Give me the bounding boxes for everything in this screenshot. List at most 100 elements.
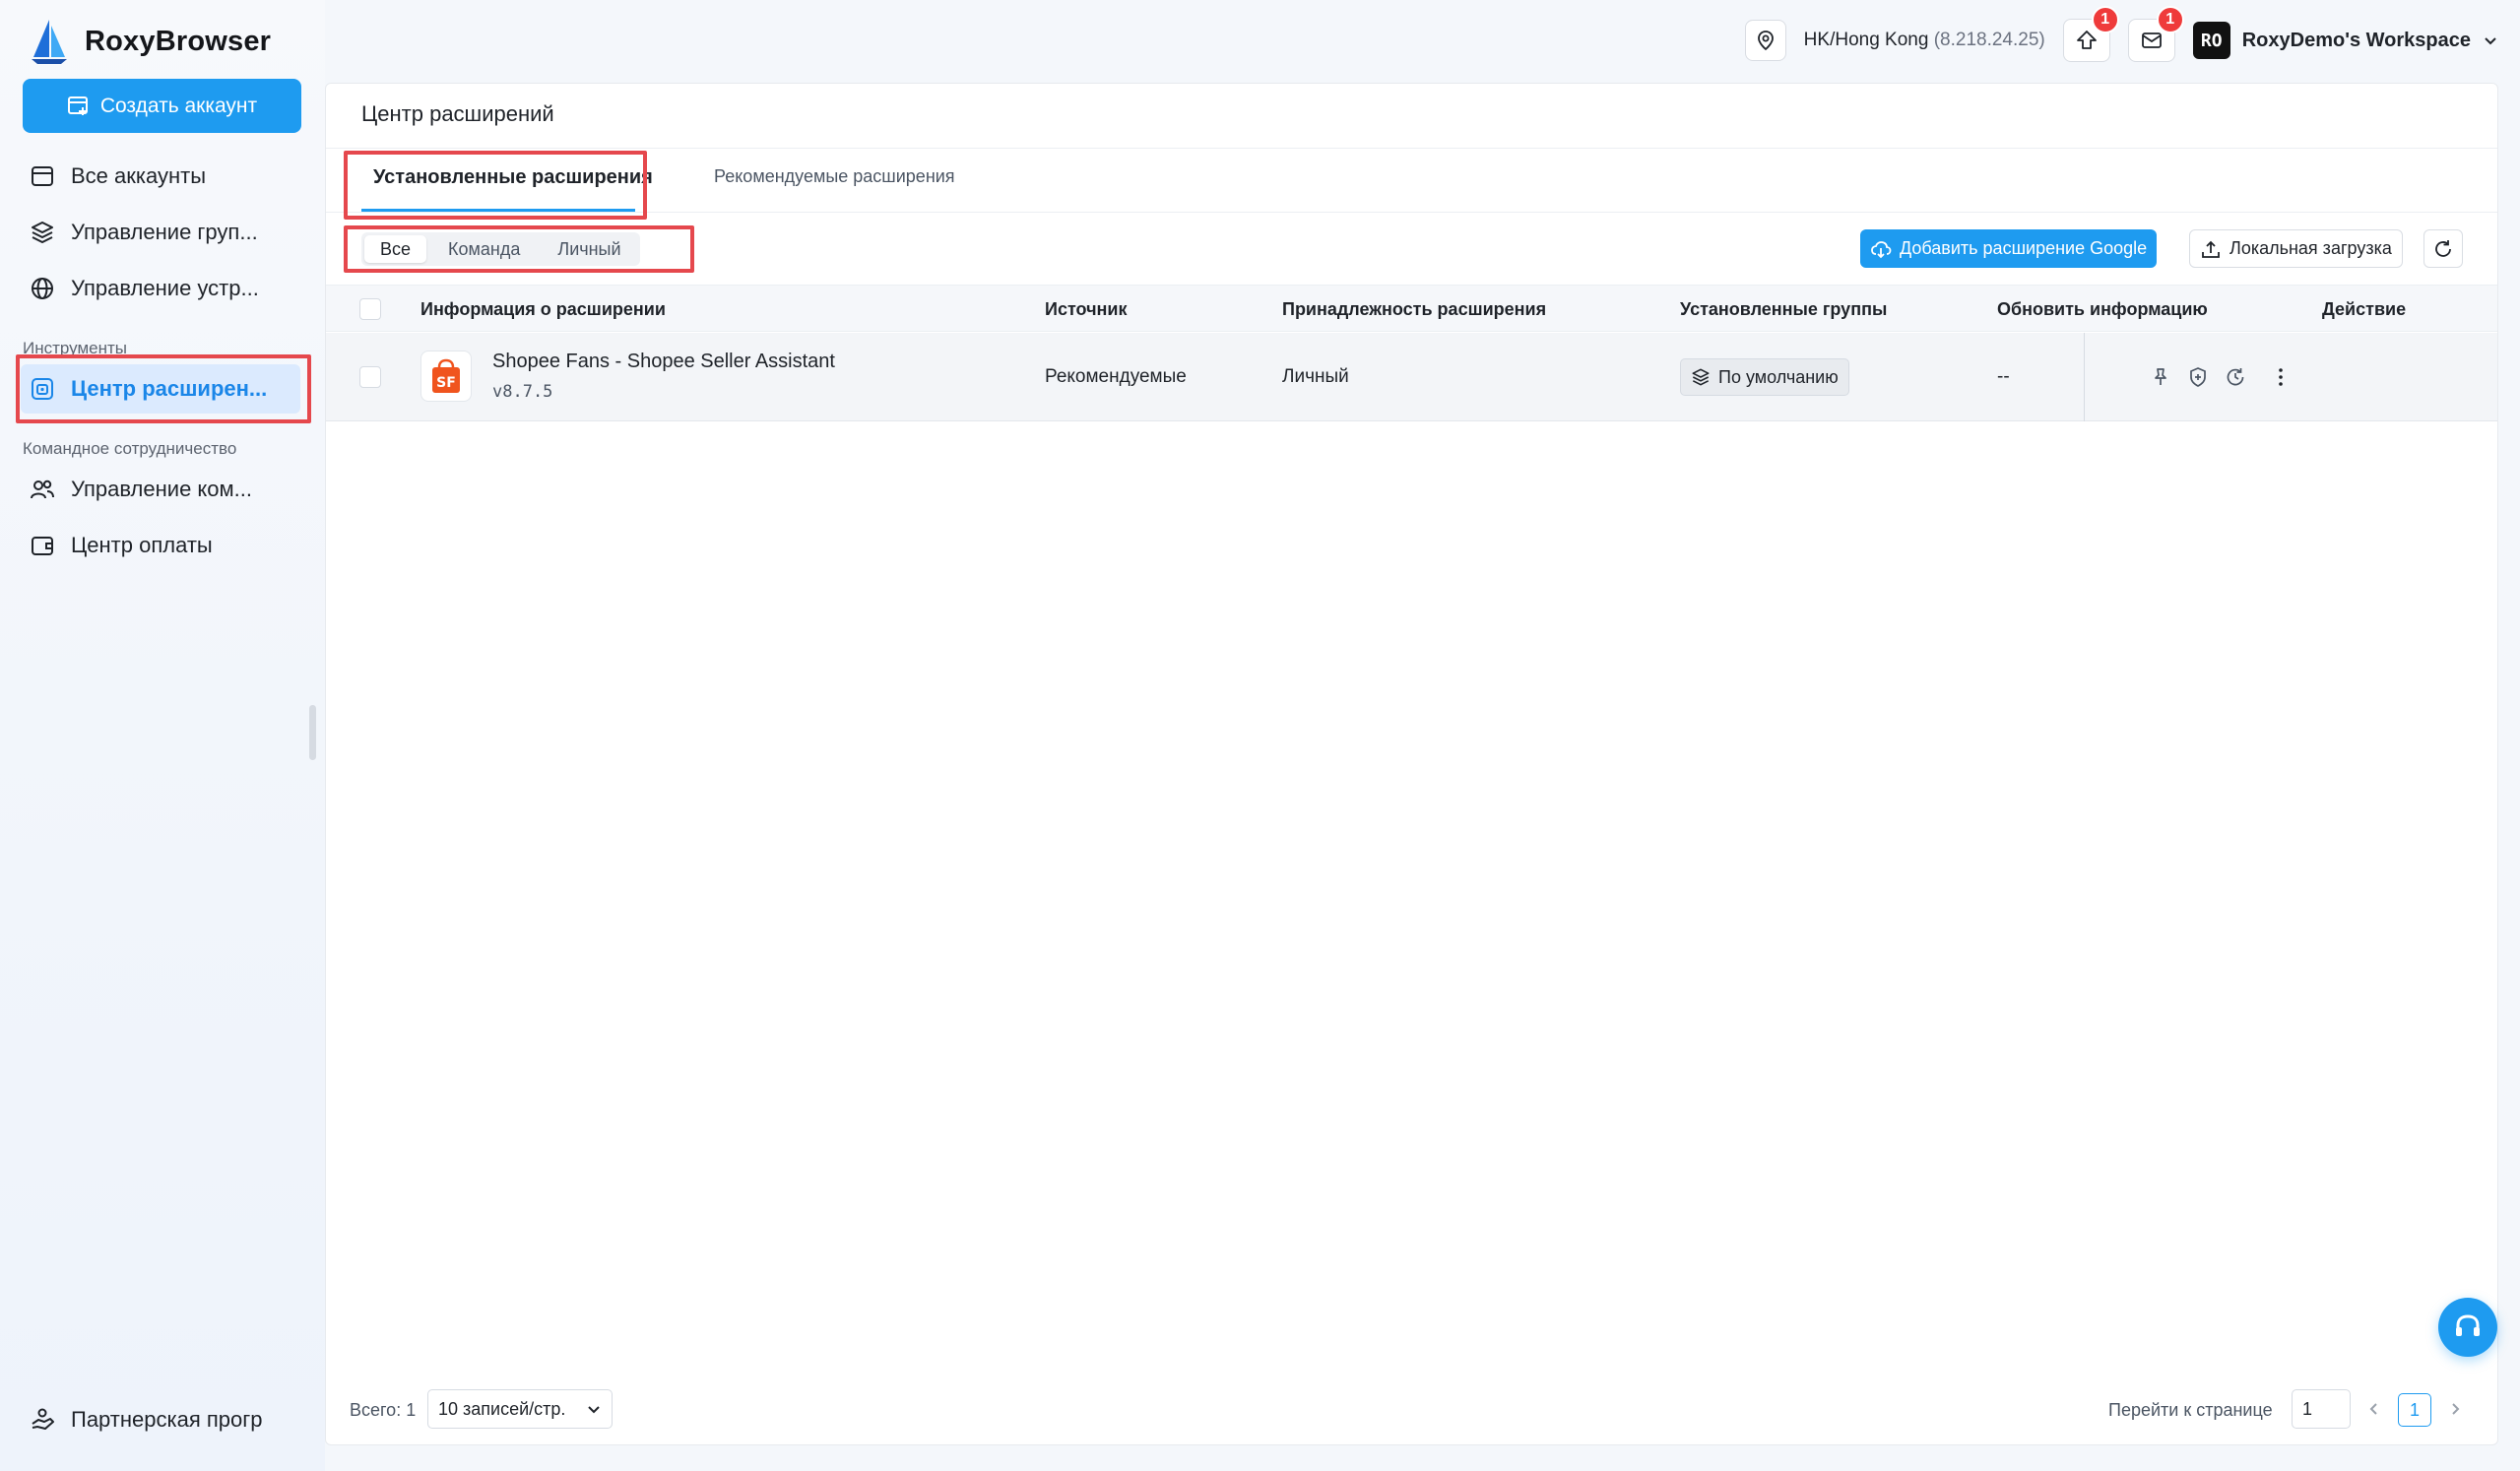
prev-page-button[interactable] (2360, 1395, 2388, 1423)
sidebar-item-label: Управление устр... (71, 276, 259, 300)
more-vertical-icon (2279, 368, 2283, 386)
workspace-switcher[interactable]: RO RoxyDemo's Workspace (2192, 22, 2498, 59)
tab-recommended-extensions[interactable]: Рекомендуемые расширения (714, 166, 955, 187)
chevron-down-icon (588, 1406, 600, 1414)
upload-icon (2202, 240, 2220, 258)
update-history-button[interactable] (2225, 366, 2246, 393)
create-account-button[interactable]: Создать аккаунт (23, 79, 301, 133)
avatar: RO (2192, 22, 2230, 59)
app-name: RoxyBrowser (85, 25, 272, 57)
support-button[interactable] (2438, 1298, 2497, 1357)
local-upload-button[interactable]: Локальная загрузка (2189, 229, 2403, 268)
update-button[interactable]: 1 (2062, 6, 2119, 62)
permissions-button[interactable] (2187, 366, 2209, 393)
sidebar-item-group-management[interactable]: Управление груп... (30, 208, 305, 257)
location-name: HK/Hong Kong (1803, 30, 1929, 50)
table-row[interactable]: SF Shopee Fans - Shopee Seller Assistant… (326, 333, 2497, 421)
sidebar-item-label: Управление груп... (71, 220, 258, 244)
add-window-icon (67, 96, 88, 115)
group-tag-label: По умолчанию (1718, 366, 1839, 387)
page-size-value: 10 записей/стр. (438, 1398, 566, 1419)
column-installed-groups: Установленные группы (1680, 299, 1888, 319)
extension-source: Рекомендуемые (1045, 366, 1187, 387)
update-badge: 1 (2091, 6, 2119, 33)
browser-window-icon (32, 166, 53, 186)
sidebar-item-label: Центр расширен... (71, 376, 268, 401)
divider (326, 212, 2497, 213)
layers-icon (1692, 368, 1710, 386)
column-ownership: Принадлежность расширения (1282, 299, 1547, 319)
wallet-icon (32, 537, 53, 555)
users-icon (31, 480, 54, 499)
clock-refresh-icon (2227, 368, 2244, 386)
sidebar-item-extension-center[interactable]: Центр расширен... (30, 364, 305, 414)
workspace-name: RoxyDemo's Workspace (2241, 29, 2471, 51)
handshake-icon (32, 1408, 54, 1430)
create-account-label: Создать аккаунт (99, 94, 258, 117)
chevron-right-icon (2452, 1403, 2460, 1415)
filter-personal[interactable]: Личный (542, 235, 636, 263)
location-button[interactable] (1744, 20, 1786, 61)
page-title: Центр расширений (361, 101, 554, 126)
location-info: HK/Hong Kong (8.218.24.25) (1804, 30, 2045, 51)
sidebar-item-device-management[interactable]: Управление устр... (30, 264, 305, 313)
sidebar-item-label: Управление ком... (71, 477, 252, 501)
row-checkbox[interactable] (359, 366, 381, 388)
select-all-checkbox[interactable] (359, 298, 381, 320)
column-update-info: Обновить информацию (1997, 299, 2208, 319)
extension-name: Shopee Fans - Shopee Seller Assistant (492, 351, 835, 372)
sidebar-item-partner-program[interactable]: Партнерская прогр (30, 1395, 305, 1444)
extension-logo-text: SF (436, 375, 456, 391)
filter-team[interactable]: Команда (432, 235, 536, 263)
globe-icon (32, 278, 53, 299)
page-number-current[interactable]: 1 (2398, 1393, 2431, 1427)
more-actions-button[interactable] (2270, 366, 2292, 393)
group-tag: По умолчанию (1680, 358, 1849, 396)
refresh-button[interactable] (2423, 229, 2463, 268)
page-size-select[interactable]: 10 записей/стр. (427, 1389, 613, 1429)
sidebar-item-team-management[interactable]: Управление ком... (30, 465, 305, 514)
extension-center-icon (32, 378, 53, 400)
mail-icon (2141, 32, 2162, 48)
column-action: Действие (2322, 299, 2407, 319)
upgrade-icon (2076, 31, 2097, 49)
pin-button[interactable] (2150, 366, 2171, 393)
column-extension-info: Информация о расширении (420, 299, 666, 319)
location-pin-icon (1757, 31, 1774, 51)
sidebar-section-team: Командное сотрудничество (23, 439, 237, 458)
pin-icon (2155, 368, 2166, 385)
sidebar-scrollbar[interactable] (309, 705, 316, 760)
extension-logo: SF (420, 351, 472, 402)
sidebar-item-label: Центр оплаты (71, 533, 213, 557)
divider (326, 148, 2497, 149)
sidebar: RoxyBrowser Создать аккаунт Все аккаунты… (0, 0, 325, 1471)
goto-page-input[interactable]: 1 (2292, 1389, 2351, 1429)
sidebar-item-label: Все аккаунты (71, 163, 207, 188)
ownership-filter: Все Команда Личный (361, 232, 640, 266)
shopee-bag-icon: SF (432, 358, 460, 393)
location-ip: (8.218.24.25) (1933, 30, 2045, 50)
app-logo[interactable]: RoxyBrowser (28, 18, 271, 65)
add-google-extension-button[interactable]: Добавить расширение Google (1860, 229, 2158, 268)
messages-button[interactable]: 1 (2127, 6, 2184, 62)
sailboat-logo-icon (32, 20, 67, 64)
shield-icon (2190, 367, 2206, 387)
main-panel: Центр расширений Установленные расширени… (325, 83, 2498, 1445)
sidebar-item-label: Партнерская прогр (71, 1407, 263, 1432)
extension-version: v8.7.5 (492, 382, 553, 402)
extension-update-info: -- (1997, 366, 2010, 387)
sidebar-item-all-accounts[interactable]: Все аккаунты (30, 152, 305, 201)
topbar: HK/Hong Kong (8.218.24.25) 1 1 RO RoxyDe… (1744, 6, 2498, 67)
mail-badge: 1 (2156, 6, 2184, 33)
sidebar-item-payment-center[interactable]: Центр оплаты (30, 521, 305, 570)
add-google-extension-label: Добавить расширение Google (1900, 238, 2148, 258)
layers-icon (32, 222, 53, 243)
extension-ownership: Личный (1282, 366, 1349, 387)
goto-page-label: Перейти к странице (2108, 1400, 2273, 1420)
column-source: Источник (1045, 299, 1128, 319)
local-upload-label: Локальная загрузка (2229, 238, 2392, 258)
table-header: Информация о расширении Источник Принадл… (326, 285, 2497, 332)
tab-installed-extensions[interactable]: Установленные расширения (373, 166, 653, 189)
next-page-button[interactable] (2441, 1395, 2469, 1423)
filter-all[interactable]: Все (364, 235, 427, 263)
